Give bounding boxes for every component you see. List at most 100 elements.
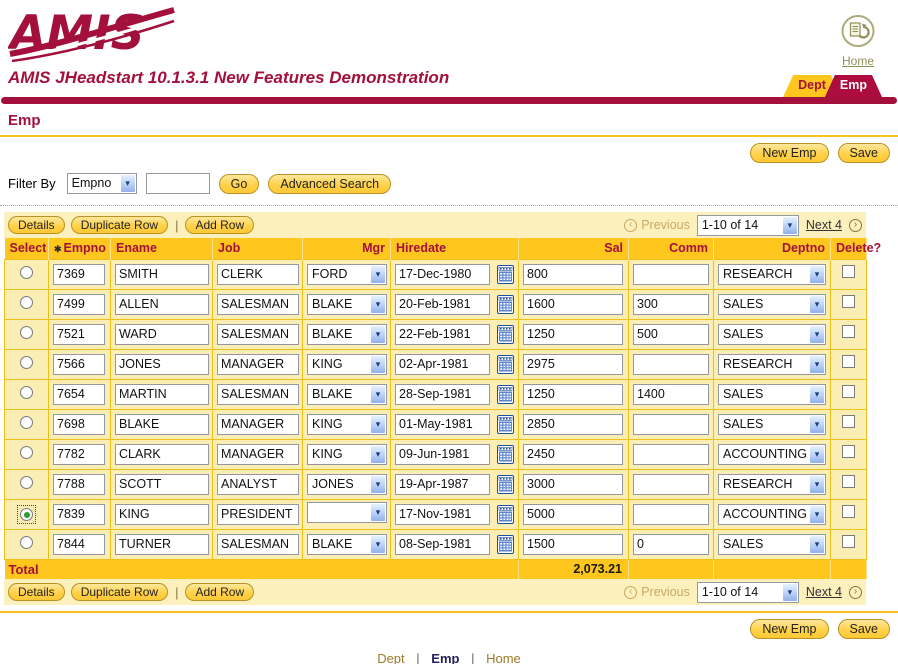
comm-input[interactable] [633,323,709,345]
empno-input[interactable] [53,263,105,285]
mgr-select[interactable]: KING ▾ [307,443,387,465]
calendar-icon[interactable] [497,534,514,554]
calendar-icon[interactable] [497,384,514,404]
select-radio[interactable] [20,416,33,429]
deptno-select[interactable]: SALES ▾ [718,383,826,405]
delete-checkbox[interactable] [842,475,855,488]
deptno-select[interactable]: RESEARCH ▾ [718,473,826,495]
mgr-select[interactable]: BLAKE ▾ [307,533,387,555]
empno-input[interactable] [53,443,105,465]
sal-input[interactable] [523,413,623,435]
hiredate-input[interactable] [395,533,490,555]
comm-input[interactable] [633,443,709,465]
go-button[interactable]: Go [218,173,260,194]
details-button[interactable]: Details [8,216,65,234]
mgr-select[interactable]: KING ▾ [307,353,387,375]
empno-input[interactable] [53,473,105,495]
sal-input[interactable] [523,323,623,345]
delete-checkbox[interactable] [842,295,855,308]
calendar-icon[interactable] [497,414,514,434]
advanced-search-button[interactable]: Advanced Search [268,173,392,194]
hiredate-input[interactable] [395,353,490,375]
sal-input[interactable] [523,473,623,495]
select-radio[interactable] [20,266,33,279]
footer-link-dept[interactable]: Dept [377,651,404,664]
delete-checkbox[interactable] [842,535,855,548]
mgr-select[interactable]: FORD ▾ [307,263,387,285]
new-emp-button[interactable]: New Emp [750,619,829,639]
ename-input[interactable] [115,383,209,405]
ename-input[interactable] [115,263,209,285]
select-radio[interactable] [20,356,33,369]
ename-input[interactable] [115,443,209,465]
next-icon[interactable]: › [849,218,862,232]
save-button[interactable]: Save [837,143,890,163]
ename-input[interactable] [115,503,209,525]
empno-input[interactable] [53,503,105,525]
next-link[interactable]: Next 4 [806,585,842,599]
select-radio[interactable] [20,508,33,522]
hiredate-input[interactable] [395,323,490,345]
calendar-icon[interactable] [497,324,514,344]
empno-input[interactable] [53,383,105,405]
sal-input[interactable] [523,443,623,465]
select-radio[interactable] [20,476,33,489]
details-button[interactable]: Details [8,583,65,601]
deptno-select[interactable]: SALES ▾ [718,533,826,555]
job-input[interactable] [217,323,299,345]
empno-input[interactable] [53,413,105,435]
deptno-select[interactable]: RESEARCH ▾ [718,263,826,285]
select-radio[interactable] [20,446,33,459]
hiredate-input[interactable] [395,443,490,465]
deptno-select[interactable]: SALES ▾ [718,323,826,345]
add-row-button[interactable]: Add Row [185,216,255,234]
comm-input[interactable] [633,353,709,375]
select-radio[interactable] [20,386,33,399]
job-input[interactable] [217,293,299,315]
job-input[interactable] [217,443,299,465]
mgr-select[interactable]: JONES ▾ [307,473,387,495]
select-radio[interactable] [20,536,33,549]
mgr-select[interactable]: BLAKE ▾ [307,383,387,405]
filter-field-select[interactable]: Empno ▾ [66,173,137,194]
job-input[interactable] [217,413,299,435]
calendar-icon[interactable] [497,444,514,464]
deptno-select[interactable]: SALES ▾ [718,293,826,315]
mgr-select[interactable]: BLAKE ▾ [307,323,387,345]
job-input[interactable] [217,353,299,375]
empno-input[interactable] [53,353,105,375]
deptno-select[interactable]: ACCOUNTING ▾ [718,503,826,525]
ename-input[interactable] [115,473,209,495]
mgr-select[interactable]: KING ▾ [307,413,387,435]
delete-checkbox[interactable] [842,265,855,278]
ename-input[interactable] [115,533,209,555]
empno-input[interactable] [53,533,105,555]
hiredate-input[interactable] [395,293,490,315]
sal-input[interactable] [523,293,623,315]
duplicate-row-button[interactable]: Duplicate Row [70,216,169,234]
footer-link-home[interactable]: Home [486,651,521,664]
deptno-select[interactable]: ACCOUNTING ▾ [718,443,826,465]
delete-checkbox[interactable] [842,325,855,338]
ename-input[interactable] [115,323,209,345]
next-link[interactable]: Next 4 [806,218,842,232]
mgr-select[interactable]: ▾ [307,501,387,523]
comm-input[interactable] [633,383,709,405]
comm-input[interactable] [633,263,709,285]
deptno-select[interactable]: RESEARCH ▾ [718,353,826,375]
calendar-icon[interactable] [497,504,514,524]
hiredate-input[interactable] [395,263,490,285]
comm-input[interactable] [633,413,709,435]
calendar-icon[interactable] [497,294,514,314]
calendar-icon[interactable] [497,474,514,494]
calendar-icon[interactable] [497,354,514,374]
select-radio[interactable] [20,326,33,339]
delete-checkbox[interactable] [842,385,855,398]
next-icon[interactable]: › [849,585,862,599]
save-button[interactable]: Save [837,619,890,639]
job-input[interactable] [217,383,299,405]
duplicate-row-button[interactable]: Duplicate Row [70,583,169,601]
job-input[interactable] [217,263,299,285]
job-input[interactable] [217,503,299,525]
tab-emp[interactable]: Emp [825,75,882,97]
